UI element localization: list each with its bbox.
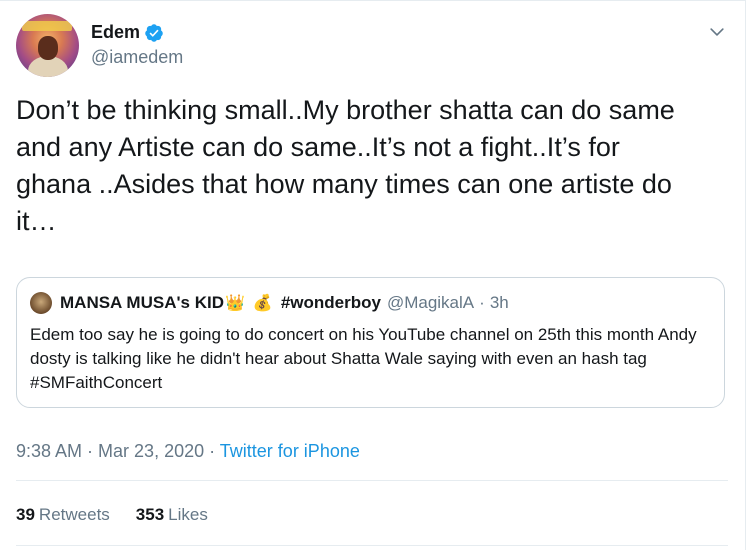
quoted-tweet-card[interactable]: MANSA MUSA's KID 👑 💰 #wonderboy @Magikal…	[16, 277, 725, 408]
quoted-author-name[interactable]: MANSA MUSA's KID	[60, 293, 224, 313]
author-handle[interactable]: @iamedem	[91, 47, 183, 68]
tweet-header: Edem @iamedem	[16, 14, 731, 78]
tweet-meta: 9:38 AM · Mar 23, 2020 · Twitter for iPh…	[16, 441, 360, 462]
quoted-separator: ·	[479, 293, 485, 312]
quoted-tweet-text: Edem too say he is going to do concert o…	[30, 325, 697, 392]
author-info: Edem @iamedem	[91, 22, 183, 68]
top-border	[0, 0, 746, 1]
quoted-author-handle: @MagikalA	[386, 293, 475, 312]
author-display-name[interactable]: Edem	[91, 22, 140, 43]
likes-stat[interactable]: 353 Likes	[136, 505, 208, 525]
likes-count: 353	[135, 505, 165, 524]
meta-separator: ·	[82, 441, 99, 461]
quoted-avatar[interactable]	[30, 292, 52, 314]
tweet-source-link[interactable]: Twitter for iPhone	[220, 441, 360, 461]
right-border	[745, 0, 746, 550]
divider	[16, 480, 728, 481]
tweet-text: Don’t be thinking small..My brother shat…	[16, 95, 675, 236]
divider	[16, 545, 728, 546]
avatar-banner-shape	[22, 21, 72, 31]
tweet-time[interactable]: 9:38 AM	[16, 441, 82, 461]
money-bag-icon: 💰	[252, 295, 273, 312]
quoted-tweet-header: MANSA MUSA's KID 👑 💰 #wonderboy @Magikal…	[30, 292, 509, 314]
retweets-label: Retweets	[38, 505, 110, 524]
quoted-timestamp[interactable]: 3h	[490, 293, 509, 313]
avatar-face-shape	[38, 36, 58, 60]
avatar[interactable]	[16, 14, 79, 77]
tweet-stats: 39 Retweets 353 Likes	[16, 505, 208, 525]
verified-badge-icon	[145, 23, 163, 42]
retweets-stat[interactable]: 39 Retweets	[16, 505, 110, 525]
chevron-down-icon[interactable]	[707, 22, 727, 42]
crown-icon: 👑	[224, 295, 245, 312]
meta-separator: ·	[204, 441, 220, 461]
likes-label: Likes	[168, 505, 208, 524]
retweets-count: 39	[16, 505, 35, 524]
name-row: Edem	[91, 22, 183, 43]
quoted-author-name-suffix[interactable]: #wonderboy	[281, 293, 381, 313]
tweet-date[interactable]: Mar 23, 2020	[98, 441, 204, 461]
